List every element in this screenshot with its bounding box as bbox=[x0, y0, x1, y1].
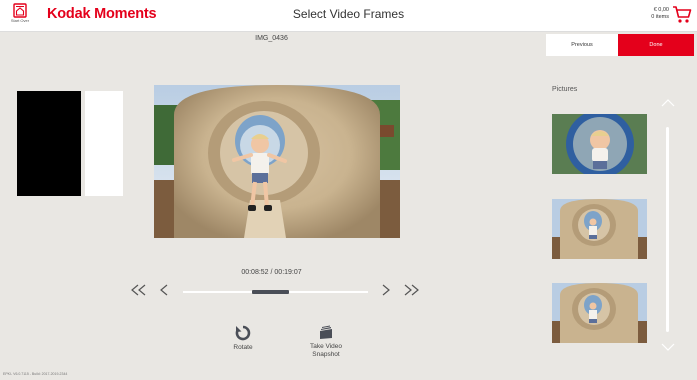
previous-button[interactable]: Previous bbox=[546, 34, 618, 56]
rotate-icon bbox=[235, 325, 251, 341]
video-filename: IMG_0436 bbox=[255, 35, 288, 42]
skip-back-button[interactable] bbox=[130, 283, 146, 301]
scroll-up-icon[interactable] bbox=[661, 99, 675, 107]
version-info: EPKI- V6.0.7115 - Build: 2017-2019-2344 bbox=[3, 372, 68, 376]
chevron-left-icon bbox=[160, 284, 168, 296]
skip-forward-button[interactable] bbox=[404, 283, 420, 301]
rotate-label: Rotate bbox=[233, 344, 253, 351]
step-forward-button[interactable] bbox=[382, 283, 390, 301]
take-snapshot-button[interactable]: Take Video Snapshot bbox=[300, 325, 352, 359]
snapshot-label-line1: Take Video bbox=[309, 343, 343, 350]
scroll-down-icon[interactable] bbox=[661, 343, 675, 351]
cart-summary[interactable]: € 0,00 0 items bbox=[651, 7, 669, 20]
top-bar: Start Over Kodak Moments Select Video Fr… bbox=[0, 0, 697, 32]
cart-icon[interactable] bbox=[672, 5, 692, 24]
frame-strip-black[interactable] bbox=[17, 91, 81, 196]
chevron-right-icon bbox=[382, 284, 390, 296]
page-title: Select Video Frames bbox=[292, 7, 405, 21]
picture-thumbnail[interactable] bbox=[552, 114, 647, 174]
step-back-button[interactable] bbox=[160, 283, 168, 301]
rotate-button[interactable]: Rotate bbox=[220, 325, 266, 352]
double-chevron-left-icon bbox=[131, 284, 146, 296]
snapshot-label-line2: Snapshot bbox=[312, 351, 340, 358]
video-frame-preview bbox=[154, 85, 400, 238]
video-timecode: 00:08:52 / 00:19:07 bbox=[241, 269, 302, 276]
picture-thumbnail[interactable] bbox=[552, 283, 647, 343]
snapshot-icon bbox=[320, 325, 332, 339]
pictures-heading: Pictures bbox=[552, 86, 578, 93]
frame-strip-white[interactable] bbox=[85, 91, 123, 196]
video-scrubber-handle[interactable] bbox=[252, 290, 289, 294]
picture-thumbnail[interactable] bbox=[552, 199, 647, 259]
pictures-scrollbar[interactable] bbox=[666, 127, 669, 332]
done-button[interactable]: Done bbox=[618, 34, 694, 56]
cart-amount: € 0,00 bbox=[653, 7, 669, 13]
cart-items: 0 items bbox=[651, 13, 669, 20]
double-chevron-right-icon bbox=[404, 284, 419, 296]
